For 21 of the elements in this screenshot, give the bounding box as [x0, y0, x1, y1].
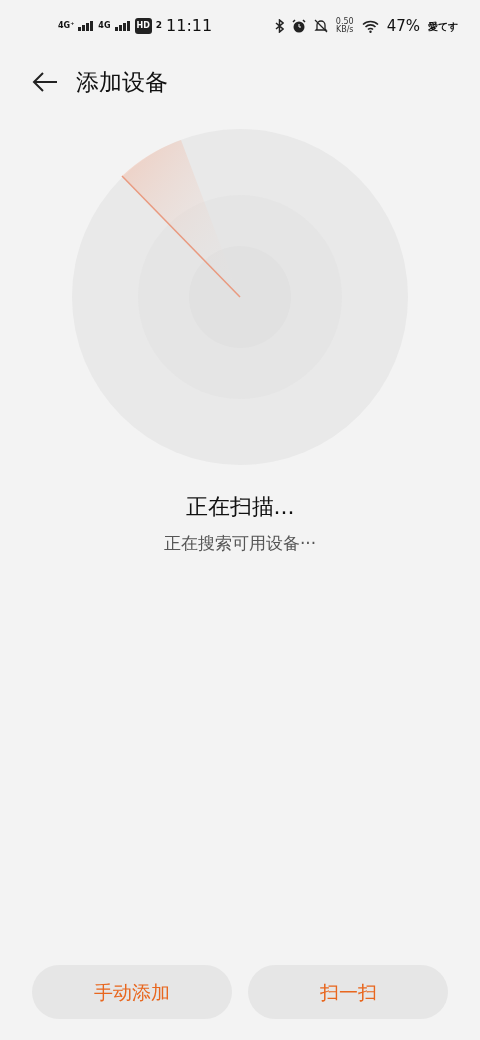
scan-status-title: 正在扫描...: [184, 493, 296, 521]
hd-index: 2: [155, 19, 163, 33]
action-button[interactable]: 手动添加: [32, 965, 232, 1019]
back-arrow-icon[interactable]: [32, 71, 58, 93]
alarm-icon: [291, 19, 306, 33]
carrier-label: 愛てす: [428, 19, 458, 34]
signal-label: 4G⁺: [58, 22, 75, 30]
signal-icon: [114, 21, 131, 31]
action-button[interactable]: 扫一扫: [248, 965, 448, 1019]
signal-icon: [78, 21, 95, 31]
clock-time: 11:11: [166, 15, 213, 37]
battery-percent: 47%: [386, 15, 420, 37]
wifi-icon: [361, 19, 379, 33]
speed-unit: KB/s: [335, 26, 354, 34]
hd-badge: HD: [134, 18, 152, 34]
speed-value: 0.50: [335, 18, 354, 26]
signal-label: 4G: [98, 22, 111, 30]
scan-status-subtitle: 正在搜索可用设备···: [162, 532, 318, 555]
muted-bell-icon: [313, 19, 328, 33]
bluetooth-icon: [274, 19, 284, 33]
page-title: 添加设备: [76, 67, 168, 97]
